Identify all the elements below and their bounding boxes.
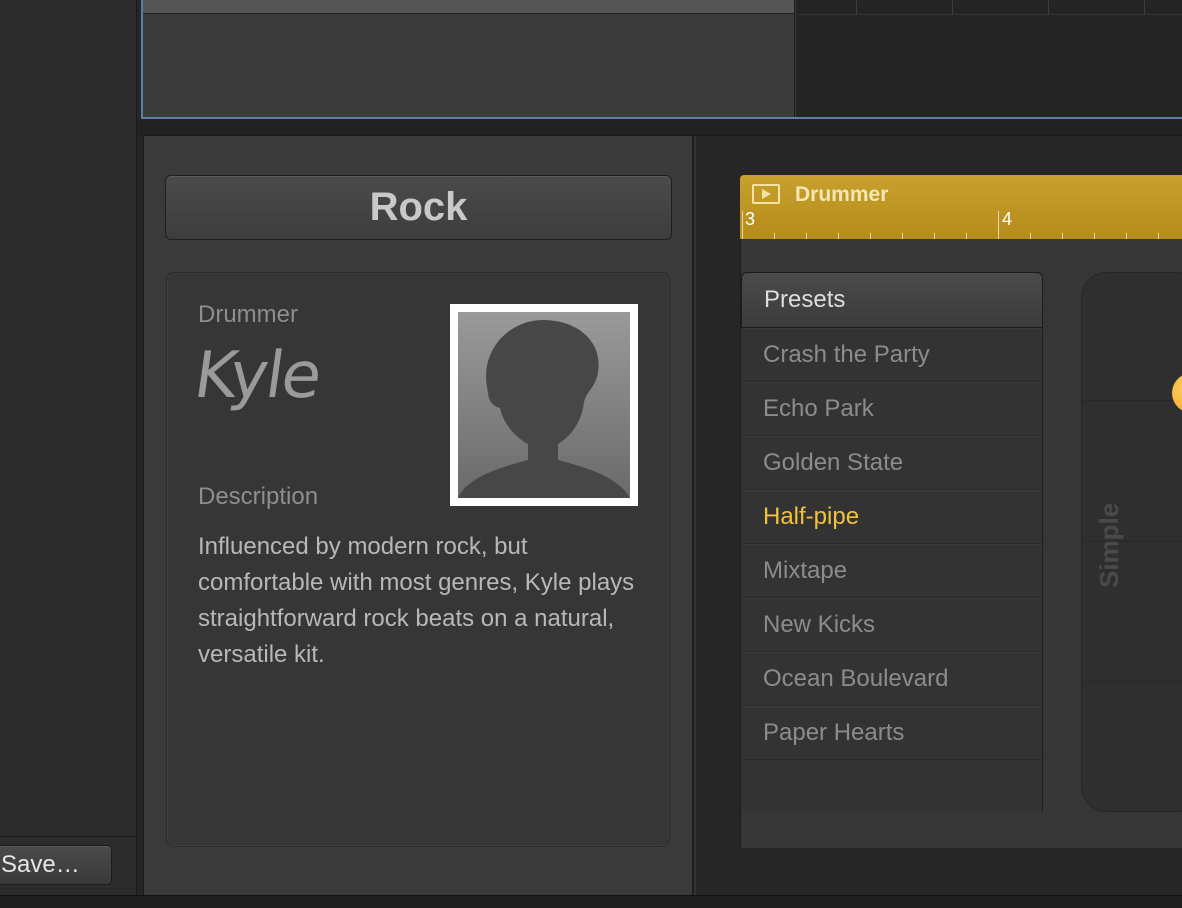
resize-divider[interactable] (137, 119, 1182, 135)
drummer-editor: Rock Drummer Kyle Description Influenced… (143, 135, 1182, 895)
tracks-area (141, 0, 1182, 119)
ruler-tick (856, 0, 857, 15)
bar-number-start: 3 (745, 209, 756, 229)
app-window: Save… Rock Drummer Kyle Description Infl… (0, 0, 1182, 908)
preset-item[interactable]: Mixtape (741, 544, 1042, 598)
preset-item[interactable]: Ocean Boulevard (741, 652, 1042, 706)
description-text: Influenced by modern rock, but comfortab… (198, 533, 635, 668)
drummer-label: Drummer (198, 301, 298, 328)
presets-panel: Presets Crash the Party Echo Park Golden S… (740, 239, 1182, 848)
preset-item[interactable]: Echo Park (741, 382, 1042, 436)
preset-item[interactable]: Golden State (741, 436, 1042, 490)
xy-puck[interactable] (1172, 373, 1182, 413)
sidebar-divider (0, 836, 136, 837)
drummer-info-card: Drummer Kyle Description Influenced by m… (166, 272, 670, 847)
xy-pad[interactable]: Simple (1081, 272, 1182, 812)
bar-tick (998, 211, 999, 239)
description-label: Description (198, 483, 319, 510)
drummer-controls-pane: Drummer 3 4 Presets Crash the Party Echo… (696, 136, 1182, 895)
track-ruler (796, 0, 1182, 15)
pad-gridline (1082, 681, 1182, 682)
track-header[interactable] (143, 0, 795, 117)
ruler-tick (1048, 0, 1049, 15)
drummer-avatar (450, 304, 638, 506)
region-ruler (740, 211, 1182, 239)
ruler-tick (952, 0, 953, 15)
save-button[interactable]: Save… (0, 845, 112, 885)
drummer-name: Kyle (189, 339, 325, 413)
drummer-info-pane: Rock Drummer Kyle Description Influenced… (144, 136, 694, 895)
preset-item[interactable]: Crash the Party (741, 328, 1042, 382)
library-sidebar: Save… (0, 0, 137, 895)
bar-number-next: 4 (1002, 209, 1013, 229)
presets-header: Presets (741, 272, 1043, 328)
region-play-icon (752, 184, 780, 204)
ruler-tick (1144, 0, 1145, 15)
preset-item[interactable]: Half-pipe (741, 490, 1042, 544)
region-title: Drummer (795, 183, 889, 206)
track-header-bar (143, 0, 794, 14)
track-lane[interactable] (796, 0, 1182, 117)
drummer-region[interactable]: Drummer 3 4 (740, 175, 1182, 239)
bar-tick (742, 211, 743, 239)
pad-gridline (1082, 400, 1182, 401)
presets-list: Crash the Party Echo Park Golden State Half… (741, 328, 1043, 812)
xy-axis-label: Simple (1094, 502, 1124, 588)
bottom-border (0, 895, 1182, 908)
preset-item[interactable]: Paper Hearts (741, 706, 1042, 760)
preset-item[interactable]: New Kicks (741, 598, 1042, 652)
person-silhouette-icon (458, 312, 630, 498)
genre-button[interactable]: Rock (165, 175, 672, 240)
